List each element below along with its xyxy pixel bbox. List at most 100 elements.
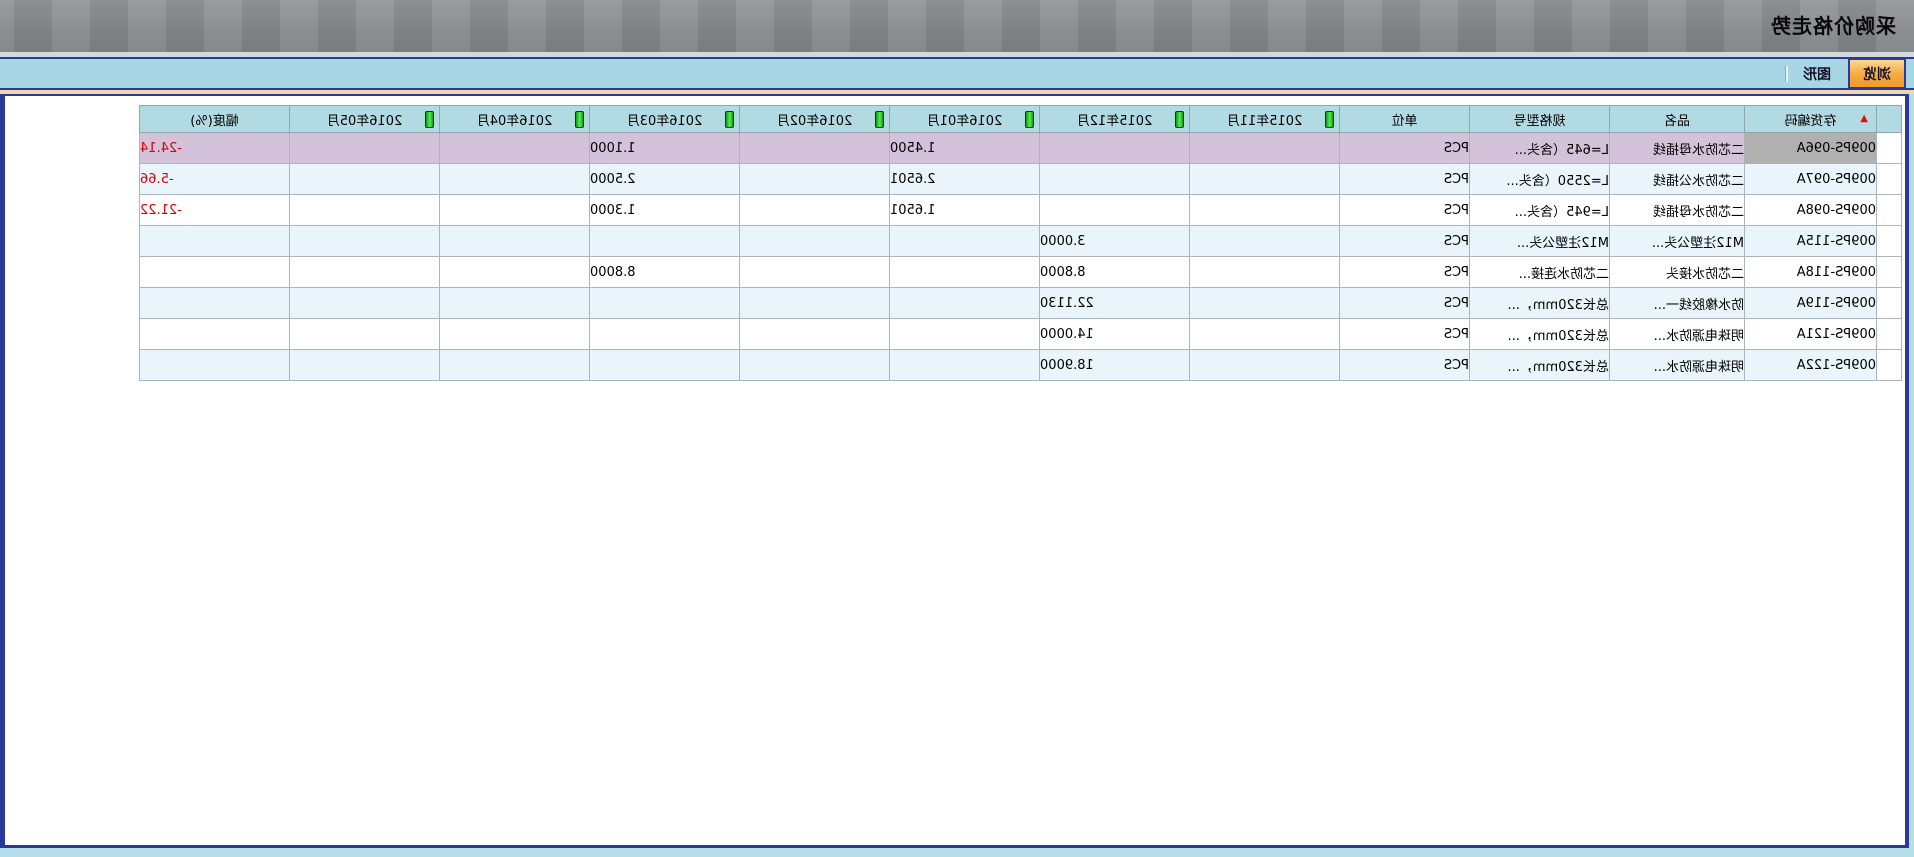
column-header-6[interactable]: 2016年01月 (890, 106, 1040, 133)
column-header-7[interactable]: 2016年02月 (740, 106, 890, 133)
cell-规格型号[interactable]: 总长320mm，... (1470, 319, 1610, 350)
cell-2015年11月[interactable] (1190, 257, 1340, 288)
cell-2015年11月[interactable] (1190, 350, 1340, 381)
column-header-1[interactable]: 品名 (1610, 106, 1745, 133)
cell-2016年04月[interactable] (440, 350, 590, 381)
cell-2016年03月[interactable] (590, 288, 740, 319)
cell-品名[interactable]: M12注塑公头... (1610, 226, 1745, 257)
cell-2015年11月[interactable] (1190, 319, 1340, 350)
cell-品名[interactable]: 明珠电源防水... (1610, 350, 1745, 381)
cell-2016年04月[interactable] (440, 195, 590, 226)
row-indicator-cell[interactable] (1877, 350, 1902, 381)
column-header-11[interactable]: 幅度(%) (140, 106, 290, 133)
cell-存货编码[interactable]: 009PS-121A (1745, 319, 1877, 350)
cell-幅度(%)[interactable]: -5.66 (140, 164, 290, 195)
cell-2015年12月[interactable] (1040, 195, 1190, 226)
cell-2015年12月[interactable] (1040, 164, 1190, 195)
cell-2016年02月[interactable] (740, 288, 890, 319)
row-indicator-cell[interactable] (1877, 288, 1902, 319)
cell-2016年03月[interactable] (590, 319, 740, 350)
cell-2016年03月[interactable]: 2.5000 (590, 164, 740, 195)
cell-幅度(%)[interactable]: -21.22 (140, 195, 290, 226)
cell-2016年04月[interactable] (440, 133, 590, 164)
cell-品名[interactable]: 明珠电源防水... (1610, 319, 1745, 350)
cell-品名[interactable]: 二芯防水公插线 (1610, 164, 1745, 195)
column-header-10[interactable]: 2016年05月 (290, 106, 440, 133)
cell-2016年02月[interactable] (740, 319, 890, 350)
cell-2016年04月[interactable] (440, 319, 590, 350)
cell-规格型号[interactable]: L=2550（含头... (1470, 164, 1610, 195)
month-trend-chart-icon[interactable] (575, 111, 584, 128)
cell-2016年03月[interactable] (590, 226, 740, 257)
cell-幅度(%)[interactable] (140, 257, 290, 288)
cell-2016年01月[interactable]: 2.6501 (890, 164, 1040, 195)
cell-单位[interactable]: PCS (1340, 350, 1470, 381)
cell-2015年11月[interactable] (1190, 288, 1340, 319)
cell-单位[interactable]: PCS (1340, 288, 1470, 319)
column-header-9[interactable]: 2016年04月 (440, 106, 590, 133)
tab-browse[interactable]: 浏览 (1848, 58, 1906, 89)
cell-2015年12月[interactable] (1040, 133, 1190, 164)
cell-2016年02月[interactable] (740, 257, 890, 288)
cell-规格型号[interactable]: 二芯防水连接... (1470, 257, 1610, 288)
cell-规格型号[interactable]: 总长320mm，... (1470, 350, 1610, 381)
cell-2015年11月[interactable] (1190, 226, 1340, 257)
cell-2015年12月[interactable]: 3.0000 (1040, 226, 1190, 257)
cell-幅度(%)[interactable] (140, 226, 290, 257)
cell-单位[interactable]: PCS (1340, 164, 1470, 195)
cell-2016年02月[interactable] (740, 133, 890, 164)
month-trend-chart-icon[interactable] (1325, 111, 1334, 128)
cell-单位[interactable]: PCS (1340, 319, 1470, 350)
tab-graph[interactable]: 图形 (1790, 59, 1844, 88)
cell-品名[interactable]: 防水橡胶线一... (1610, 288, 1745, 319)
cell-2016年05月[interactable] (290, 226, 440, 257)
month-trend-chart-icon[interactable] (725, 111, 734, 128)
row-indicator-cell[interactable] (1877, 319, 1902, 350)
cell-存货编码[interactable]: 009PS-118A (1745, 257, 1877, 288)
cell-规格型号[interactable]: M12注塑公头... (1470, 226, 1610, 257)
cell-2016年01月[interactable] (890, 288, 1040, 319)
cell-2016年05月[interactable] (290, 164, 440, 195)
cell-2015年12月[interactable]: 18.9000 (1040, 350, 1190, 381)
cell-2015年11月[interactable] (1190, 195, 1340, 226)
row-indicator-cell[interactable] (1877, 257, 1902, 288)
cell-2015年11月[interactable] (1190, 133, 1340, 164)
cell-2016年01月[interactable]: 1.6501 (890, 195, 1040, 226)
cell-幅度(%)[interactable] (140, 288, 290, 319)
cell-存货编码[interactable]: 009PS-119A (1745, 288, 1877, 319)
cell-存货编码[interactable]: 009PS-115A (1745, 226, 1877, 257)
cell-2016年05月[interactable] (290, 133, 440, 164)
cell-存货编码[interactable]: 009PS-122A (1745, 350, 1877, 381)
cell-单位[interactable]: PCS (1340, 195, 1470, 226)
cell-2016年01月[interactable] (890, 226, 1040, 257)
cell-2016年04月[interactable] (440, 257, 590, 288)
cell-2016年01月[interactable] (890, 257, 1040, 288)
cell-2016年02月[interactable] (740, 195, 890, 226)
cell-存货编码[interactable]: 009PS-097A (1745, 164, 1877, 195)
cell-单位[interactable]: PCS (1340, 133, 1470, 164)
cell-品名[interactable]: 二芯防水母插线 (1610, 195, 1745, 226)
column-header-8[interactable]: 2016年03月 (590, 106, 740, 133)
cell-存货编码[interactable]: 009PS-096A (1745, 133, 1877, 164)
cell-2015年12月[interactable]: 14.0000 (1040, 319, 1190, 350)
column-header-4[interactable]: 2015年11月 (1190, 106, 1340, 133)
cell-单位[interactable]: PCS (1340, 226, 1470, 257)
cell-规格型号[interactable]: 总长320mm，... (1470, 288, 1610, 319)
cell-2016年01月[interactable] (890, 350, 1040, 381)
cell-2016年04月[interactable] (440, 226, 590, 257)
month-trend-chart-icon[interactable] (1175, 111, 1184, 128)
cell-2016年05月[interactable] (290, 319, 440, 350)
cell-幅度(%)[interactable] (140, 319, 290, 350)
row-indicator-cell[interactable] (1877, 133, 1902, 164)
cell-2016年03月[interactable]: 1.3000 (590, 195, 740, 226)
cell-2015年11月[interactable] (1190, 164, 1340, 195)
cell-规格型号[interactable]: L=645（含头... (1470, 133, 1610, 164)
column-header-0[interactable]: ▲存货编码 (1745, 106, 1877, 133)
column-header-3[interactable]: 单位 (1340, 106, 1470, 133)
cell-幅度(%)[interactable] (140, 350, 290, 381)
month-trend-chart-icon[interactable] (875, 111, 884, 128)
cell-单位[interactable]: PCS (1340, 257, 1470, 288)
cell-2016年01月[interactable] (890, 319, 1040, 350)
row-indicator-cell[interactable] (1877, 226, 1902, 257)
cell-2016年05月[interactable] (290, 195, 440, 226)
